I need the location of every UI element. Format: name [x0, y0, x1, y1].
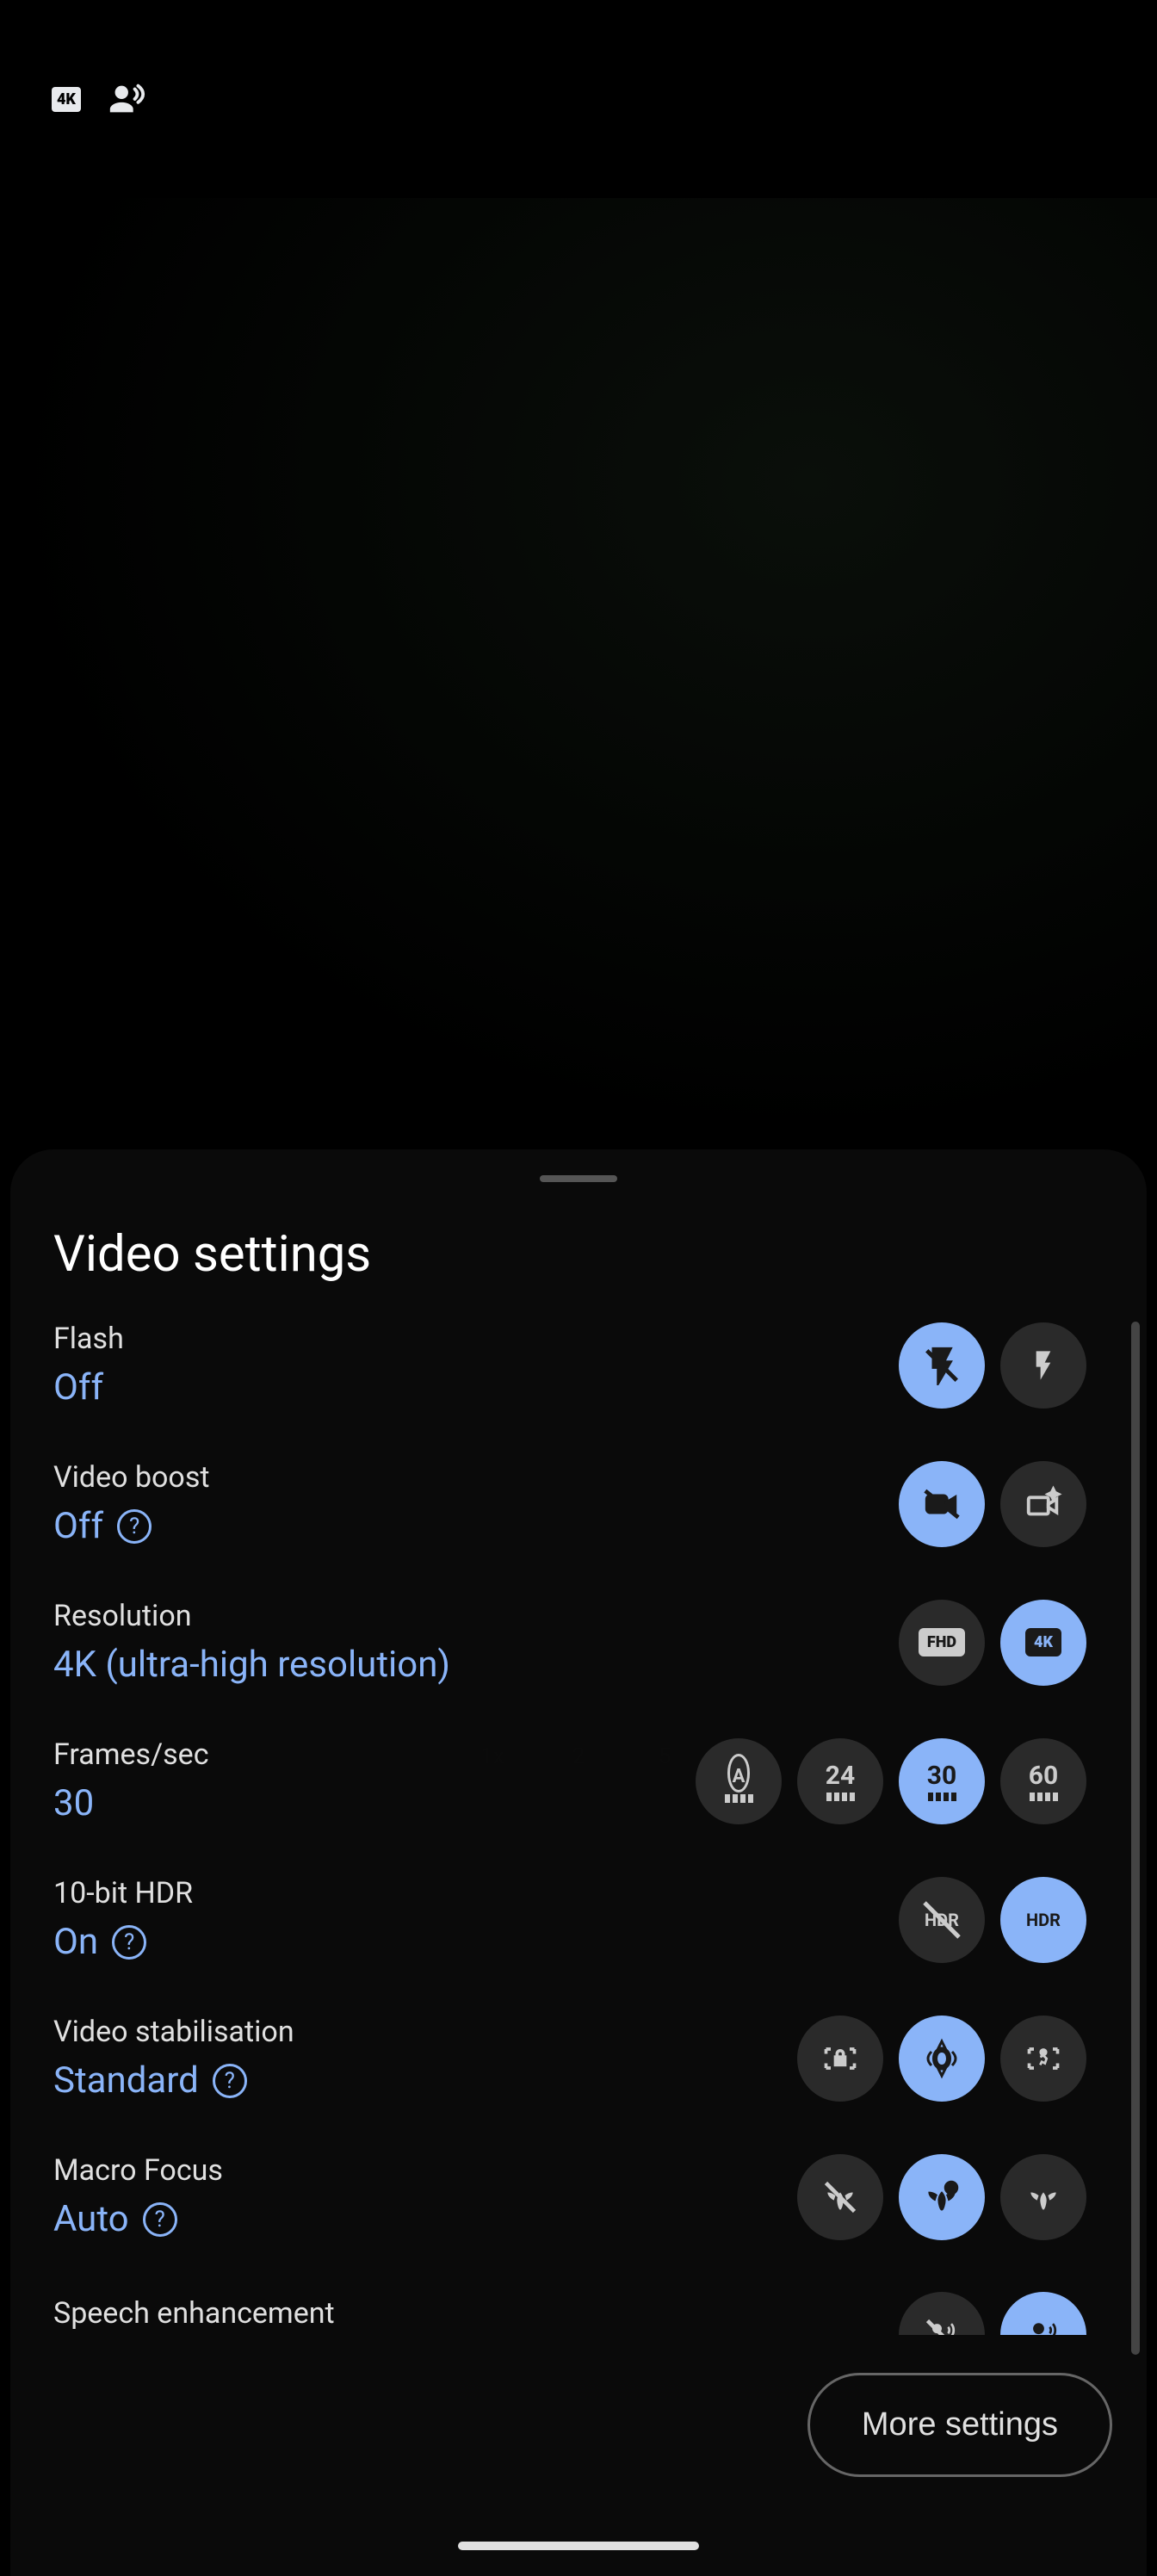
setting-fps-row: Frames/sec 30 A 24 30 — [10, 1720, 1129, 1859]
settings-list[interactable]: Flash Off Video b — [10, 1304, 1129, 2335]
video-settings-sheet: Video settings Flash Off — [10, 1149, 1147, 2576]
scrollbar[interactable] — [1131, 1322, 1140, 2355]
hdr-off-button[interactable]: HDR — [899, 1877, 985, 1963]
setting-resolution-row: Resolution 4K (ultra-high resolution) FH… — [10, 1582, 1129, 1720]
fps-label: Frames/sec — [53, 1737, 209, 1772]
video-boost-off-button[interactable] — [899, 1461, 985, 1547]
fps-24-button[interactable]: 24 — [797, 1738, 883, 1824]
resolution-label: Resolution — [53, 1599, 450, 1633]
video-boost-label: Video boost — [53, 1460, 210, 1495]
fps-auto-button[interactable]: A — [696, 1738, 782, 1824]
macro-value: Auto — [53, 2198, 129, 2240]
speech-label: Speech enhancement — [53, 2296, 335, 2331]
help-icon[interactable]: ? — [213, 2064, 247, 2098]
hdr-value: On — [53, 1921, 98, 1963]
setting-flash-row: Flash Off — [10, 1304, 1129, 1443]
drag-handle[interactable] — [540, 1175, 617, 1182]
setting-macro-row: Macro Focus Auto ? — [10, 2136, 1129, 2275]
stabilisation-value: Standard — [53, 2059, 199, 2102]
setting-speech-row: Speech enhancement — [10, 2275, 1129, 2335]
fps-value: 30 — [53, 1782, 209, 1824]
macro-off-button[interactable] — [797, 2154, 883, 2240]
setting-hdr-row: 10-bit HDR On ? HDR HDR — [10, 1859, 1129, 1997]
speech-off-button[interactable] — [899, 2292, 985, 2335]
fps-30-button[interactable]: 30 — [899, 1738, 985, 1824]
hdr-label: 10-bit HDR — [53, 1876, 193, 1910]
resolution-value: 4K (ultra-high resolution) — [53, 1644, 450, 1686]
navigation-bar-handle[interactable] — [458, 2542, 699, 2550]
video-boost-on-button[interactable] — [1000, 1461, 1086, 1547]
help-icon[interactable]: ? — [112, 1925, 146, 1960]
camera-viewfinder — [0, 198, 1157, 1145]
flash-on-button[interactable] — [1000, 1322, 1086, 1409]
macro-on-button[interactable] — [1000, 2154, 1086, 2240]
stabilisation-active-button[interactable] — [1000, 2016, 1086, 2102]
resolution-4k-button[interactable]: 4K — [1000, 1600, 1086, 1686]
fps-60-button[interactable]: 60 — [1000, 1738, 1086, 1824]
resolution-4k-badge-icon: 4K — [52, 87, 81, 112]
help-icon[interactable]: ? — [117, 1509, 152, 1544]
flash-label: Flash — [53, 1322, 124, 1356]
flash-off-button[interactable] — [899, 1322, 985, 1409]
resolution-fhd-button[interactable]: FHD — [899, 1600, 985, 1686]
svg-text:A: A — [948, 2183, 955, 2195]
status-bar: 4K — [0, 0, 1157, 198]
more-settings-button[interactable]: More settings — [807, 2373, 1112, 2477]
speech-enhancement-status-icon — [107, 79, 146, 119]
macro-auto-button[interactable]: A — [899, 2154, 985, 2240]
flash-value: Off — [53, 1366, 124, 1409]
stabilisation-standard-button[interactable] — [899, 2016, 985, 2102]
stabilisation-label: Video stabilisation — [53, 2015, 294, 2049]
stabilisation-locked-button[interactable] — [797, 2016, 883, 2102]
help-icon[interactable]: ? — [143, 2202, 177, 2237]
video-boost-value: Off — [53, 1505, 103, 1547]
setting-stabilisation-row: Video stabilisation Standard ? — [10, 1997, 1129, 2136]
speech-on-button[interactable] — [1000, 2292, 1086, 2335]
macro-label: Macro Focus — [53, 2153, 223, 2188]
setting-video-boost-row: Video boost Off ? — [10, 1443, 1129, 1582]
hdr-on-button[interactable]: HDR — [1000, 1877, 1086, 1963]
